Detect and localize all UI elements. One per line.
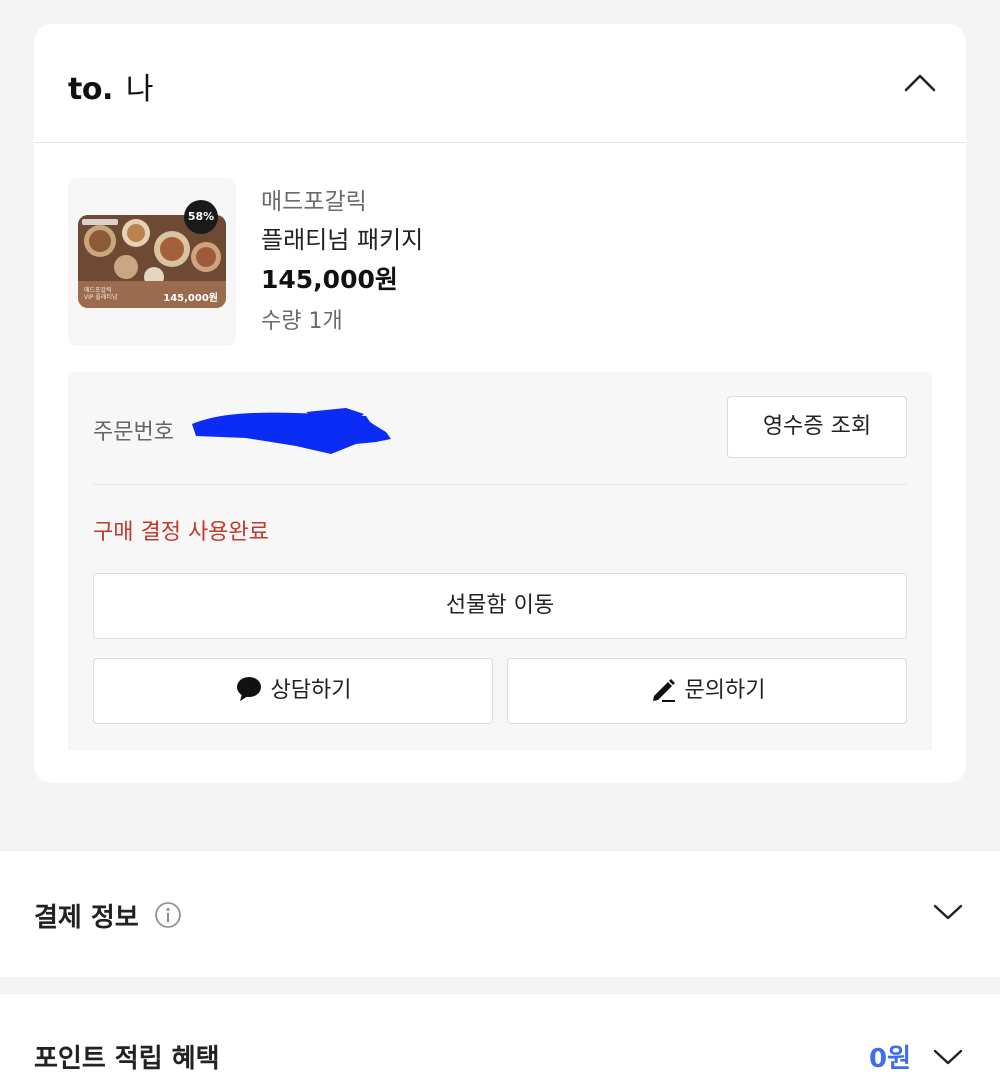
voucher-brand-line2: VIP 플래티넘 <box>84 294 118 301</box>
product-brand: 매드포갈릭 <box>261 189 367 215</box>
recipient-prefix: to. <box>68 72 113 107</box>
points-value: 0원 <box>868 1044 911 1074</box>
payment-info-section[interactable]: 결제 정보 <box>0 850 1000 977</box>
discount-percent: 58% <box>187 210 215 223</box>
pencil-icon <box>652 679 675 702</box>
chat-button[interactable]: 상담하기 <box>93 658 493 724</box>
recipient-label: to. 나 <box>68 64 154 108</box>
product-quantity: 수량 1개 <box>261 309 343 334</box>
info-icon[interactable] <box>154 901 182 929</box>
recipient-header[interactable]: to. 나 <box>34 24 966 143</box>
voucher-price: 145,000원 <box>163 293 218 304</box>
voucher-brand: 매드포갈릭 VIP 플래티넘 <box>84 287 117 301</box>
product-thumbnail[interactable]: 매드포갈릭 VIP 플래티넘 145,000원 58% <box>68 178 236 346</box>
order-status: 구매 결정 사용완료 <box>93 520 269 545</box>
points-benefit-title: 포인트 적립 혜택 <box>34 1044 220 1074</box>
chevron-down-icon[interactable] <box>932 901 964 923</box>
divider <box>93 484 907 485</box>
order-card: to. 나 매드포갈릭 VIP 플래티넘 145,000원 58% 매드포갈릭 … <box>34 24 966 783</box>
chat-button-label: 상담하기 <box>270 678 352 703</box>
product-name[interactable]: 플래티넘 패키지 <box>261 220 423 255</box>
inquiry-button-label: 문의하기 <box>684 678 766 703</box>
discount-badge: 58% <box>184 200 218 234</box>
payment-info-title: 결제 정보 <box>34 903 139 933</box>
points-benefit-section[interactable]: 포인트 적립 혜택 0원 <box>0 993 1000 1085</box>
chevron-down-icon[interactable] <box>932 1046 964 1068</box>
product-price: 145,000원 <box>261 265 398 294</box>
giftbox-button[interactable]: 선물함 이동 <box>93 573 907 639</box>
redaction-mark <box>192 408 391 454</box>
chevron-up-icon[interactable] <box>894 60 946 106</box>
speech-bubble-icon <box>236 677 261 701</box>
inquiry-button[interactable]: 문의하기 <box>507 658 907 724</box>
order-details-box: 주문번호 영수증 조회 구매 결정 사용완료 선물함 이동 상담하기 문의하기 <box>68 372 932 750</box>
voucher-brand-line1: 매드포갈릭 <box>84 287 112 294</box>
recipient-name: 나 <box>125 72 154 107</box>
order-number-label: 주문번호 <box>93 420 174 445</box>
receipt-button[interactable]: 영수증 조회 <box>727 396 907 458</box>
